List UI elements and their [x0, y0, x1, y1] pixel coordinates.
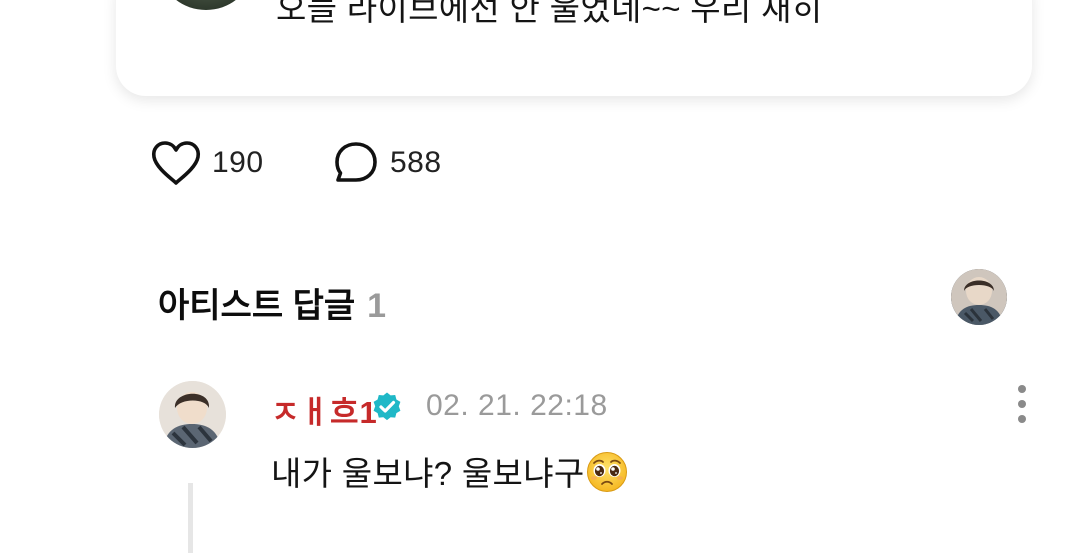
post-detail-page: 오늘 라이브에선 안 울었네~~ 우리 재히 190 588 아티스트 답글 1: [0, 0, 1080, 553]
artist-reply-count: 1: [367, 287, 387, 325]
comment-button[interactable]: 588: [332, 138, 442, 188]
post-text: 오늘 라이브에선 안 울었네~~ 우리 재히: [276, 0, 823, 27]
comment-text: 내가 울보냐? 울보냐구: [271, 455, 585, 492]
artist-avatar-small[interactable]: [951, 269, 1007, 325]
like-button[interactable]: 190: [150, 138, 264, 188]
more-vertical-icon[interactable]: [1005, 382, 1039, 426]
comment-body: 내가 울보냐? 울보냐구: [271, 451, 628, 494]
artist-reply-header: 아티스트 답글 1: [158, 278, 386, 327]
like-count: 190: [212, 146, 264, 179]
heart-outline-icon: [151, 141, 201, 185]
artist-photo-icon: [951, 269, 1007, 325]
verified-badge-icon: [373, 392, 401, 421]
artist-reply-title: 아티스트 답글: [158, 287, 356, 325]
commenter-photo-icon: [159, 381, 226, 448]
comment-count: 588: [390, 146, 442, 179]
speech-bubble-outline-icon: [335, 142, 377, 182]
post-author-avatar[interactable]: [163, 0, 249, 10]
commenter-avatar[interactable]: [159, 381, 226, 448]
pleading-face-emoji: [586, 452, 627, 492]
comment-timestamp: 02. 21. 22:18: [426, 389, 608, 422]
reply-thread-line: [188, 483, 193, 553]
post-card: 오늘 라이브에선 안 울었네~~ 우리 재히: [116, 0, 1032, 96]
comment-author-name[interactable]: ㅈㅐ흐1: [271, 387, 378, 432]
